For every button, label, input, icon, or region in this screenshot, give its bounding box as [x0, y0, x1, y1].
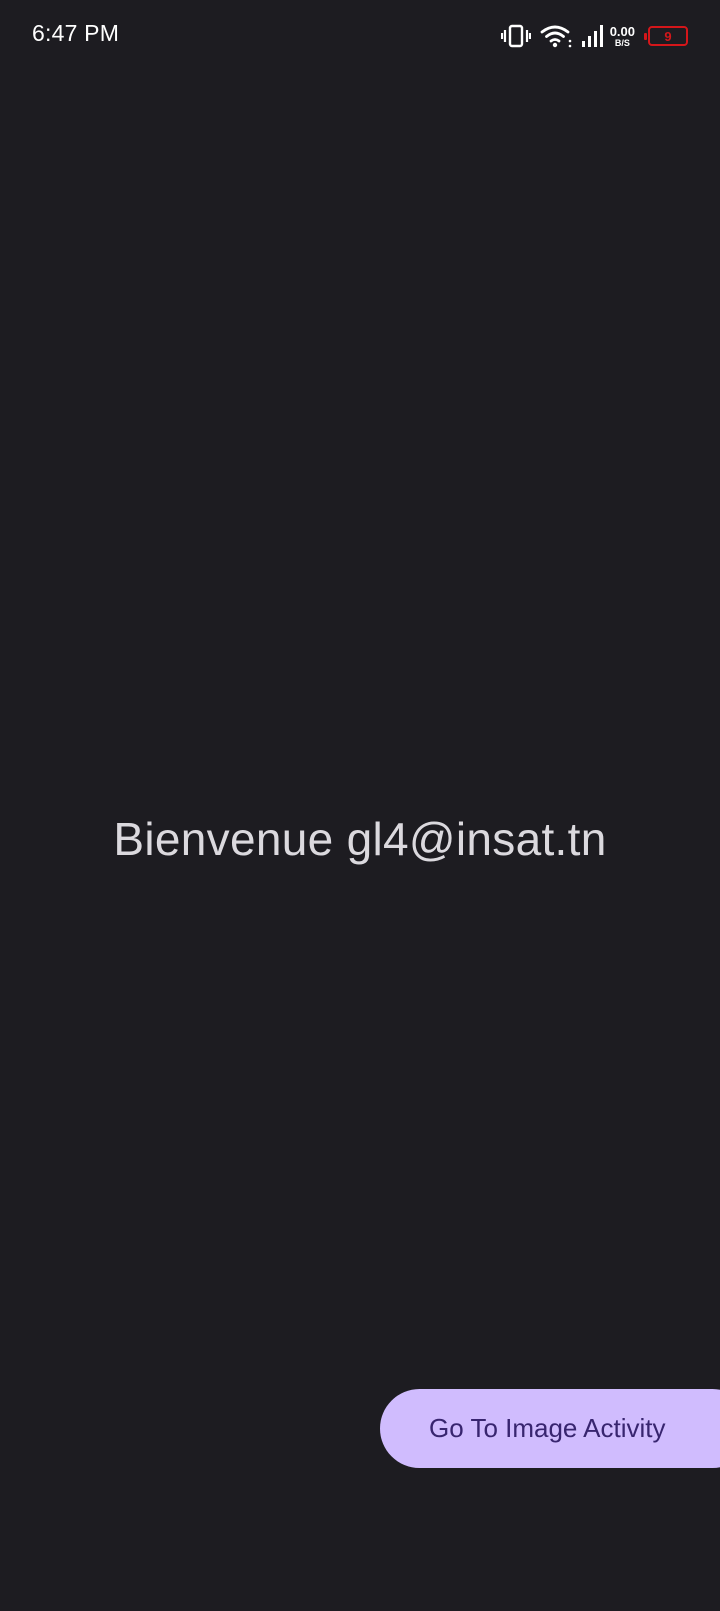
status-bar: 6:47 PM 0.00 B/S 9 [0, 0, 720, 74]
battery-level: 9 [664, 28, 672, 44]
vibrate-icon [500, 23, 531, 49]
battery-icon: 9 [644, 26, 688, 46]
network-speed-value: 0.00 [609, 23, 635, 39]
signal-icon [581, 24, 603, 48]
network-speed: 0.00 B/S [610, 25, 635, 48]
wifi-icon [540, 23, 572, 49]
go-to-image-activity-button[interactable]: Go To Image Activity [380, 1389, 720, 1468]
status-icons: 0.00 B/S 9 [500, 21, 688, 51]
network-speed-unit: B/S [614, 37, 630, 48]
status-time: 6:47 PM [32, 20, 120, 46]
welcome-message: Bienvenue gl4@insat.tn [113, 813, 607, 865]
